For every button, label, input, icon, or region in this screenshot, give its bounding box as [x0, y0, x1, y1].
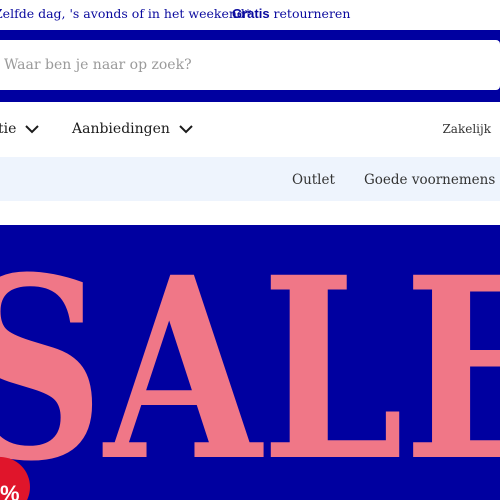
sale-banner[interactable]: SALE % [0, 225, 500, 500]
sale-text: SALE [0, 225, 500, 500]
nav-item-label: Aanbiedingen [72, 121, 170, 137]
sale-banner-graphic: SALE [0, 225, 500, 500]
main-nav: tie Aanbiedingen Zakelijk [0, 102, 500, 157]
usp-delivery-text: Zelfde dag, 's avonds of in het weekend* [0, 6, 252, 21]
subnav-link-outlet[interactable]: Outlet [292, 172, 335, 188]
search-band [0, 30, 500, 102]
chevron-down-icon [25, 125, 40, 134]
sub-nav: Outlet Goede voornemens [0, 157, 500, 201]
nav-item-aanbiedingen[interactable]: Aanbiedingen [72, 121, 194, 137]
usp-returns-text: retourneren [269, 6, 351, 21]
nav-item-assortment[interactable]: tie [0, 121, 40, 137]
search-input[interactable] [0, 40, 490, 90]
usp-bar: Zelfde dag, 's avonds of in het weekend*… [0, 0, 500, 30]
usp-returns-bold: Gratis [232, 6, 270, 21]
usp-returns: Gratis retourneren [232, 6, 350, 21]
chevron-down-icon [179, 125, 193, 134]
discount-badge-text: % [0, 481, 20, 500]
nav-item-label: tie [0, 121, 17, 137]
subnav-link-goede-voornemens[interactable]: Goede voornemens [364, 172, 495, 188]
nav-link-zakelijk[interactable]: Zakelijk [442, 122, 491, 136]
search-box [0, 40, 500, 90]
